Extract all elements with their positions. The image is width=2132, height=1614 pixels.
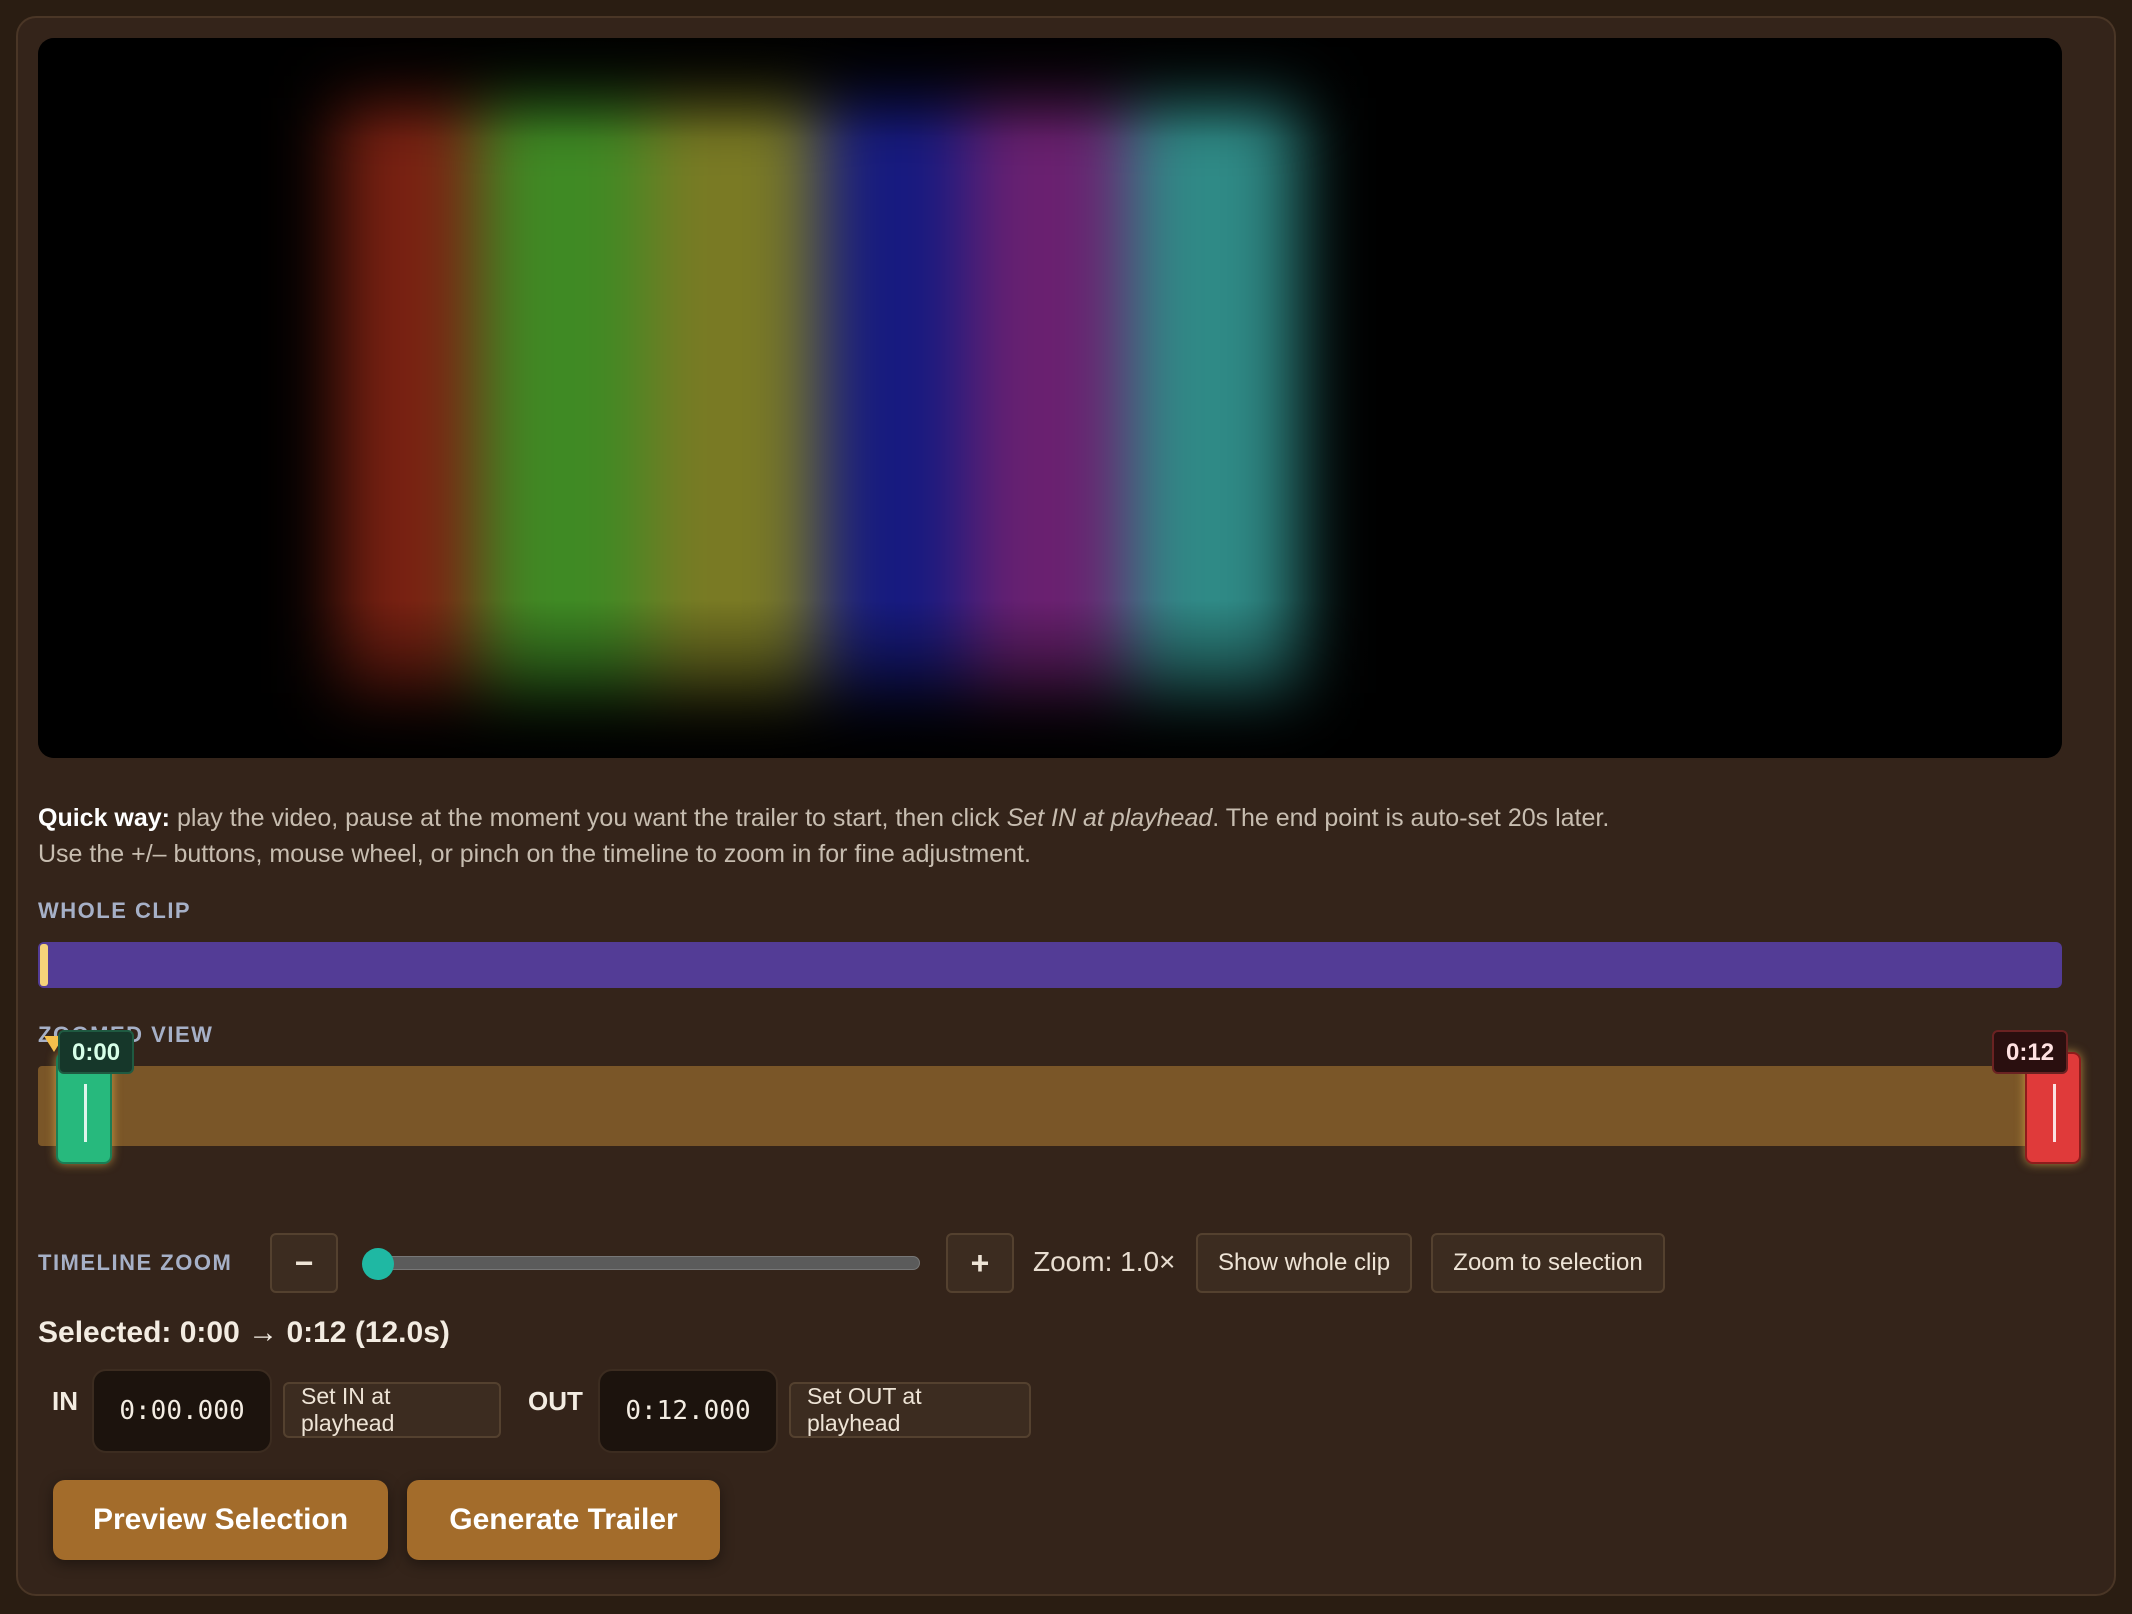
- zoom-in-button[interactable]: +: [946, 1233, 1014, 1293]
- show-whole-clip-button[interactable]: Show whole clip: [1196, 1233, 1412, 1293]
- in-label: IN: [52, 1386, 78, 1416]
- generate-trailer-button[interactable]: Generate Trailer: [407, 1480, 720, 1560]
- set-in-button[interactable]: Set IN at playhead: [283, 1382, 501, 1438]
- zoom-out-button[interactable]: −: [270, 1233, 338, 1293]
- in-handle-time: 0:00: [58, 1030, 135, 1074]
- whole-clip-bar[interactable]: [38, 942, 2062, 988]
- in-handle-grip: [84, 1084, 87, 1142]
- in-time-field[interactable]: 0:00.000: [92, 1369, 272, 1453]
- hint-line2: Use the +/– buttons, mouse wheel, or pin…: [38, 840, 1031, 868]
- set-out-button[interactable]: Set OUT at playhead: [789, 1382, 1031, 1438]
- out-label: OUT: [528, 1386, 583, 1416]
- selection-summary: Selected: 0:00 → 0:12 (12.0s): [38, 1316, 450, 1349]
- timeline-zoom-label: TIMELINE ZOOM: [38, 1250, 233, 1275]
- zoom-slider[interactable]: [366, 1256, 920, 1270]
- whole-clip-label: WHOLE CLIP: [38, 898, 192, 923]
- out-handle-time: 0:12: [1992, 1030, 2069, 1074]
- zoom-to-selection-button[interactable]: Zoom to selection: [1431, 1233, 1665, 1293]
- hint-line1-italic: Set IN at playhead: [1006, 804, 1213, 832]
- hint-line1-after: . The end point is auto-set 20s later.: [1212, 804, 1610, 832]
- zoom-level-readout: Zoom: 1.0×: [1033, 1246, 1176, 1277]
- video-vignette: [38, 38, 2062, 758]
- quick-way-hint: Quick way: play the video, pause at the …: [38, 800, 2078, 872]
- quick-way-label: Quick way:: [38, 804, 170, 832]
- whole-clip-selection: [40, 944, 48, 986]
- zoom-slider-thumb[interactable]: [362, 1248, 394, 1280]
- preview-selection-button[interactable]: Preview Selection: [53, 1480, 388, 1560]
- out-time-field[interactable]: 0:12.000: [598, 1369, 778, 1453]
- zoomed-timeline-track[interactable]: [38, 1066, 2062, 1146]
- hint-line1-before: play the video, pause at the moment you …: [170, 804, 1007, 832]
- video-player[interactable]: [38, 38, 2062, 758]
- out-handle-grip: [2053, 1084, 2056, 1142]
